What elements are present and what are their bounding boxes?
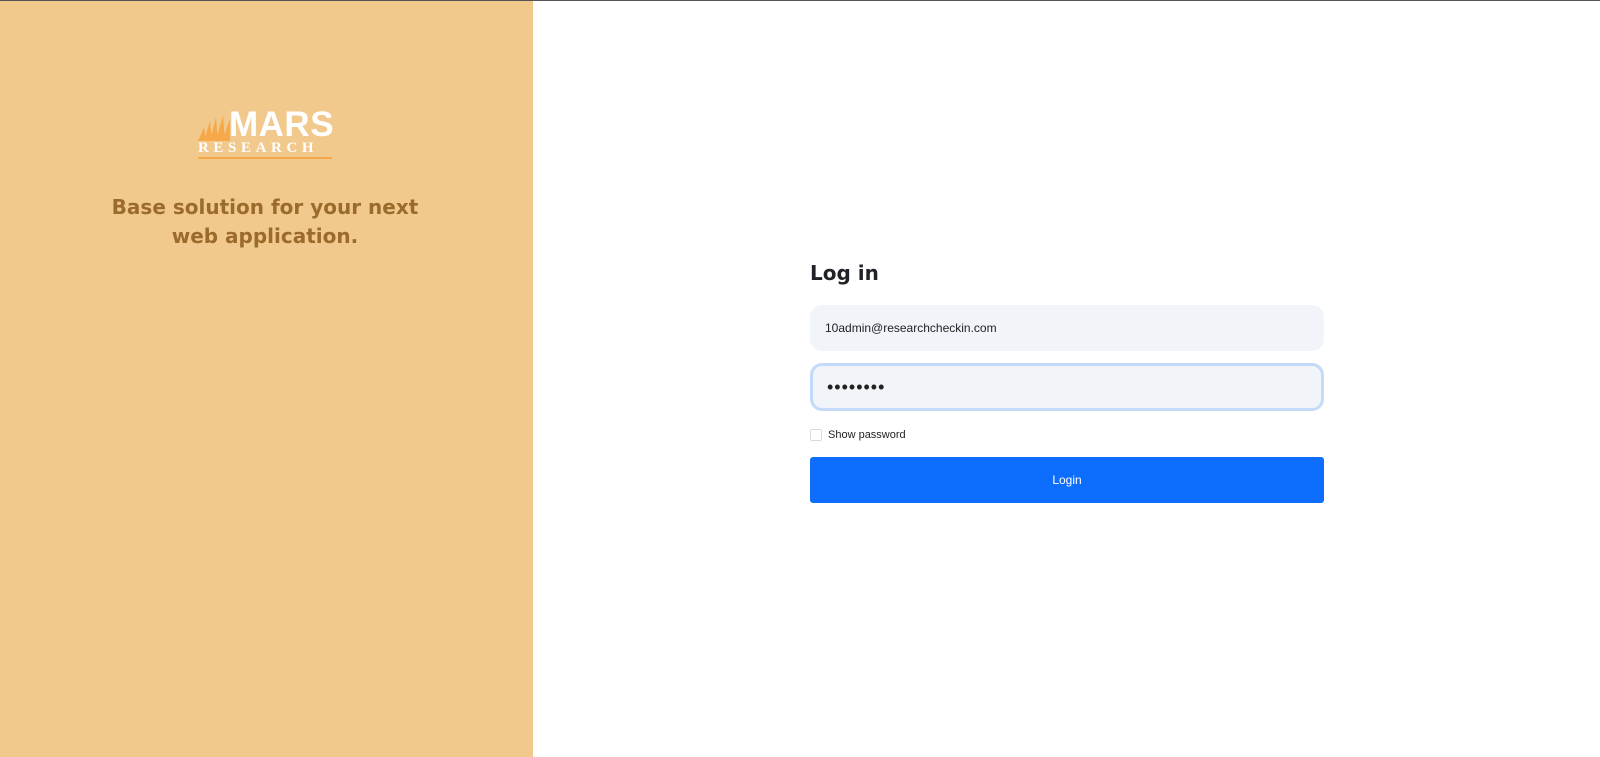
page-title: Log in	[810, 261, 879, 285]
flame-stripes-icon	[198, 115, 230, 141]
show-password-row[interactable]: Show password	[810, 427, 1324, 443]
logo-wordmark-mars: MARS	[229, 105, 335, 144]
tagline: Base solution for your next web applicat…	[111, 195, 419, 248]
login-button[interactable]: Login	[810, 457, 1324, 503]
login-form: Log in Show password Login	[810, 257, 1324, 503]
show-password-checkbox[interactable]	[810, 429, 822, 441]
logo-underline	[198, 157, 332, 159]
email-field[interactable]	[810, 305, 1324, 351]
login-page: MARS RESEARCH Base solution for your nex…	[0, 0, 1600, 757]
show-password-label[interactable]: Show password	[828, 429, 906, 441]
password-field[interactable]	[810, 363, 1324, 411]
logo-wordmark-research: RESEARCH	[198, 140, 319, 156]
brand-panel: MARS RESEARCH Base solution for your nex…	[0, 1, 533, 757]
mars-research-logo: MARS RESEARCH	[198, 105, 335, 159]
